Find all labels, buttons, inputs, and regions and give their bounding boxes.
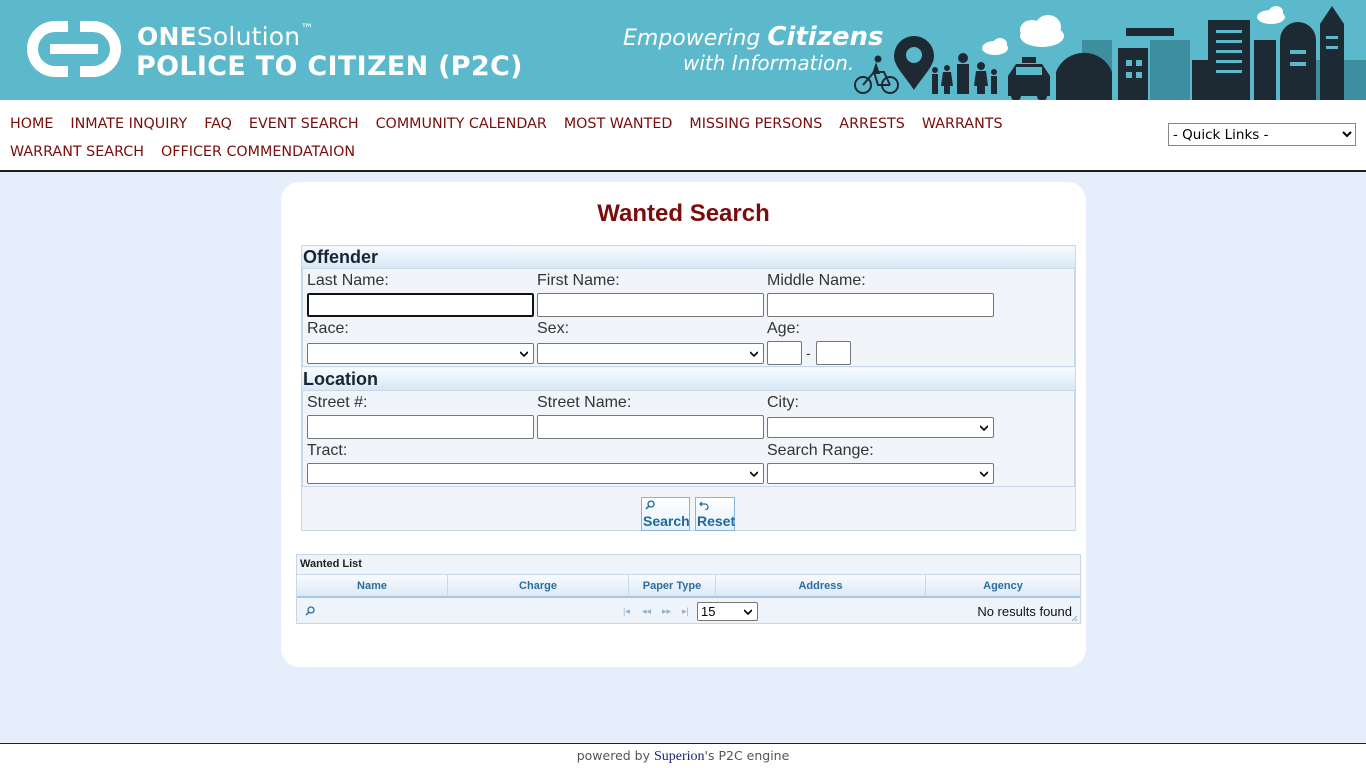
nav-community-calendar[interactable]: COMMUNITY CALENDAR — [376, 110, 547, 138]
undo-icon — [699, 501, 709, 510]
sex-select[interactable] — [537, 343, 764, 364]
tagline-line2: with Information. — [683, 51, 855, 75]
search-icon — [645, 500, 655, 510]
grid-header: Name Charge Paper Type Address Agency — [297, 574, 1080, 598]
column-header-agency[interactable]: Agency — [926, 575, 1080, 597]
previous-page-icon[interactable]: ◂◂ — [642, 606, 651, 616]
tract-label: Tract: — [307, 442, 348, 459]
middle-name-label: Middle Name: — [767, 272, 866, 289]
nav-faq[interactable]: FAQ — [204, 110, 232, 138]
location-section-heading: Location — [302, 368, 1075, 390]
first-name-input[interactable] — [537, 293, 764, 317]
nav-warrant-search[interactable]: WARRANT SEARCH — [10, 138, 144, 166]
age-label: Age: — [767, 320, 800, 337]
nav-event-search[interactable]: EVENT SEARCH — [249, 110, 359, 138]
location-section: Street #: Street Name: City: Tract: Sear… — [302, 390, 1075, 487]
next-page-icon[interactable]: ▸▸ — [662, 606, 671, 616]
footer-vendor-link[interactable]: Superion — [654, 749, 705, 764]
last-page-icon[interactable]: ▸| — [682, 606, 689, 616]
chevron-down-icon — [980, 425, 988, 432]
brand-solution: Solution — [196, 22, 301, 51]
age-from-input[interactable] — [767, 341, 802, 365]
city-skyline-illustration-icon — [854, 6, 1366, 100]
search-button[interactable]: Search — [641, 497, 690, 531]
nav-arrests[interactable]: ARRESTS — [839, 110, 905, 138]
search-range-label: Search Range: — [767, 442, 874, 459]
first-page-icon[interactable]: |◂ — [623, 606, 630, 616]
brand-one: ONE — [137, 22, 197, 51]
search-form: Offender Last Name: First Name: Middle N… — [301, 245, 1076, 531]
quick-links-select[interactable]: - Quick Links - — [1168, 123, 1356, 146]
search-range-select[interactable] — [767, 463, 994, 484]
footer-suffix: 's P2C engine — [704, 748, 790, 763]
column-header-paper-type[interactable]: Paper Type — [629, 575, 716, 597]
wanted-list-grid: Wanted List Name Charge Paper Type Addre… — [296, 554, 1081, 624]
street-number-input[interactable] — [307, 415, 534, 439]
offender-section-heading: Offender — [302, 246, 1075, 268]
page-size-select[interactable]: 15 — [697, 602, 758, 621]
reset-button-label: Reset — [697, 513, 736, 529]
nav-officer-commendation[interactable]: OFFICER COMMENDATAION — [161, 138, 355, 166]
nav-inmate-inquiry[interactable]: INMATE INQUIRY — [70, 110, 187, 138]
city-label: City: — [767, 394, 799, 411]
city-select[interactable] — [767, 417, 994, 438]
resize-handle-icon[interactable] — [1071, 615, 1078, 622]
sex-label: Sex: — [537, 320, 570, 337]
brand-product: POLICE TO CITIZEN (P2C) — [136, 51, 523, 82]
age-separator: - — [806, 345, 811, 361]
column-header-name[interactable]: Name — [297, 575, 448, 597]
footer: powered by Superion's P2C engine — [0, 743, 1366, 768]
search-icon[interactable] — [305, 606, 315, 616]
reset-button[interactable]: Reset — [695, 497, 735, 531]
column-header-address[interactable]: Address — [716, 575, 926, 597]
chevron-down-icon — [750, 351, 758, 358]
page-size-value: 15 — [701, 604, 716, 619]
offender-section: Last Name: First Name: Middle Name: Race… — [302, 268, 1075, 367]
street-name-input[interactable] — [537, 415, 764, 439]
nav-links: HOME INMATE INQUIRY FAQ EVENT SEARCH COMMUNI… — [10, 110, 1130, 166]
brand-name: ONESolution™ — [137, 22, 314, 52]
grid-pager: |◂ ◂◂ ▸▸ ▸| 15 No results found — [297, 600, 1080, 624]
chevron-down-icon — [750, 471, 758, 478]
onesolution-logo-icon — [27, 21, 121, 77]
no-results-message: No results found — [977, 604, 1072, 619]
race-select[interactable] — [307, 343, 534, 364]
main-navigation: HOME INMATE INQUIRY FAQ EVENT SEARCH COMMUNI… — [0, 100, 1366, 172]
content-panel: Wanted Search Offender Last Name: First … — [281, 182, 1086, 667]
column-header-charge[interactable]: Charge — [448, 575, 629, 597]
footer-prefix: powered by — [576, 748, 650, 763]
nav-most-wanted[interactable]: MOST WANTED — [564, 110, 673, 138]
last-name-label: Last Name: — [307, 272, 389, 289]
chevron-down-icon — [520, 351, 528, 358]
nav-missing-persons[interactable]: MISSING PERSONS — [689, 110, 822, 138]
street-name-label: Street Name: — [537, 394, 632, 411]
tagline-empowering: Empowering — [623, 26, 761, 51]
page-title: Wanted Search — [597, 200, 770, 227]
first-name-label: First Name: — [537, 272, 620, 289]
middle-name-input[interactable] — [767, 293, 994, 317]
race-label: Race: — [307, 320, 349, 337]
chevron-down-icon — [744, 609, 752, 616]
nav-home[interactable]: HOME — [10, 110, 53, 138]
chevron-down-icon — [980, 471, 988, 478]
nav-warrants[interactable]: WARRANTS — [922, 110, 1003, 138]
last-name-input[interactable] — [307, 293, 534, 317]
brand-trademark: ™ — [300, 22, 314, 37]
street-number-label: Street #: — [307, 394, 368, 411]
age-to-input[interactable] — [816, 341, 851, 365]
grid-caption: Wanted List — [300, 558, 362, 570]
tract-select[interactable] — [307, 463, 764, 484]
header-banner: ONESolution™ POLICE TO CITIZEN (P2C) Emp… — [0, 0, 1366, 100]
search-button-label: Search — [643, 513, 690, 529]
